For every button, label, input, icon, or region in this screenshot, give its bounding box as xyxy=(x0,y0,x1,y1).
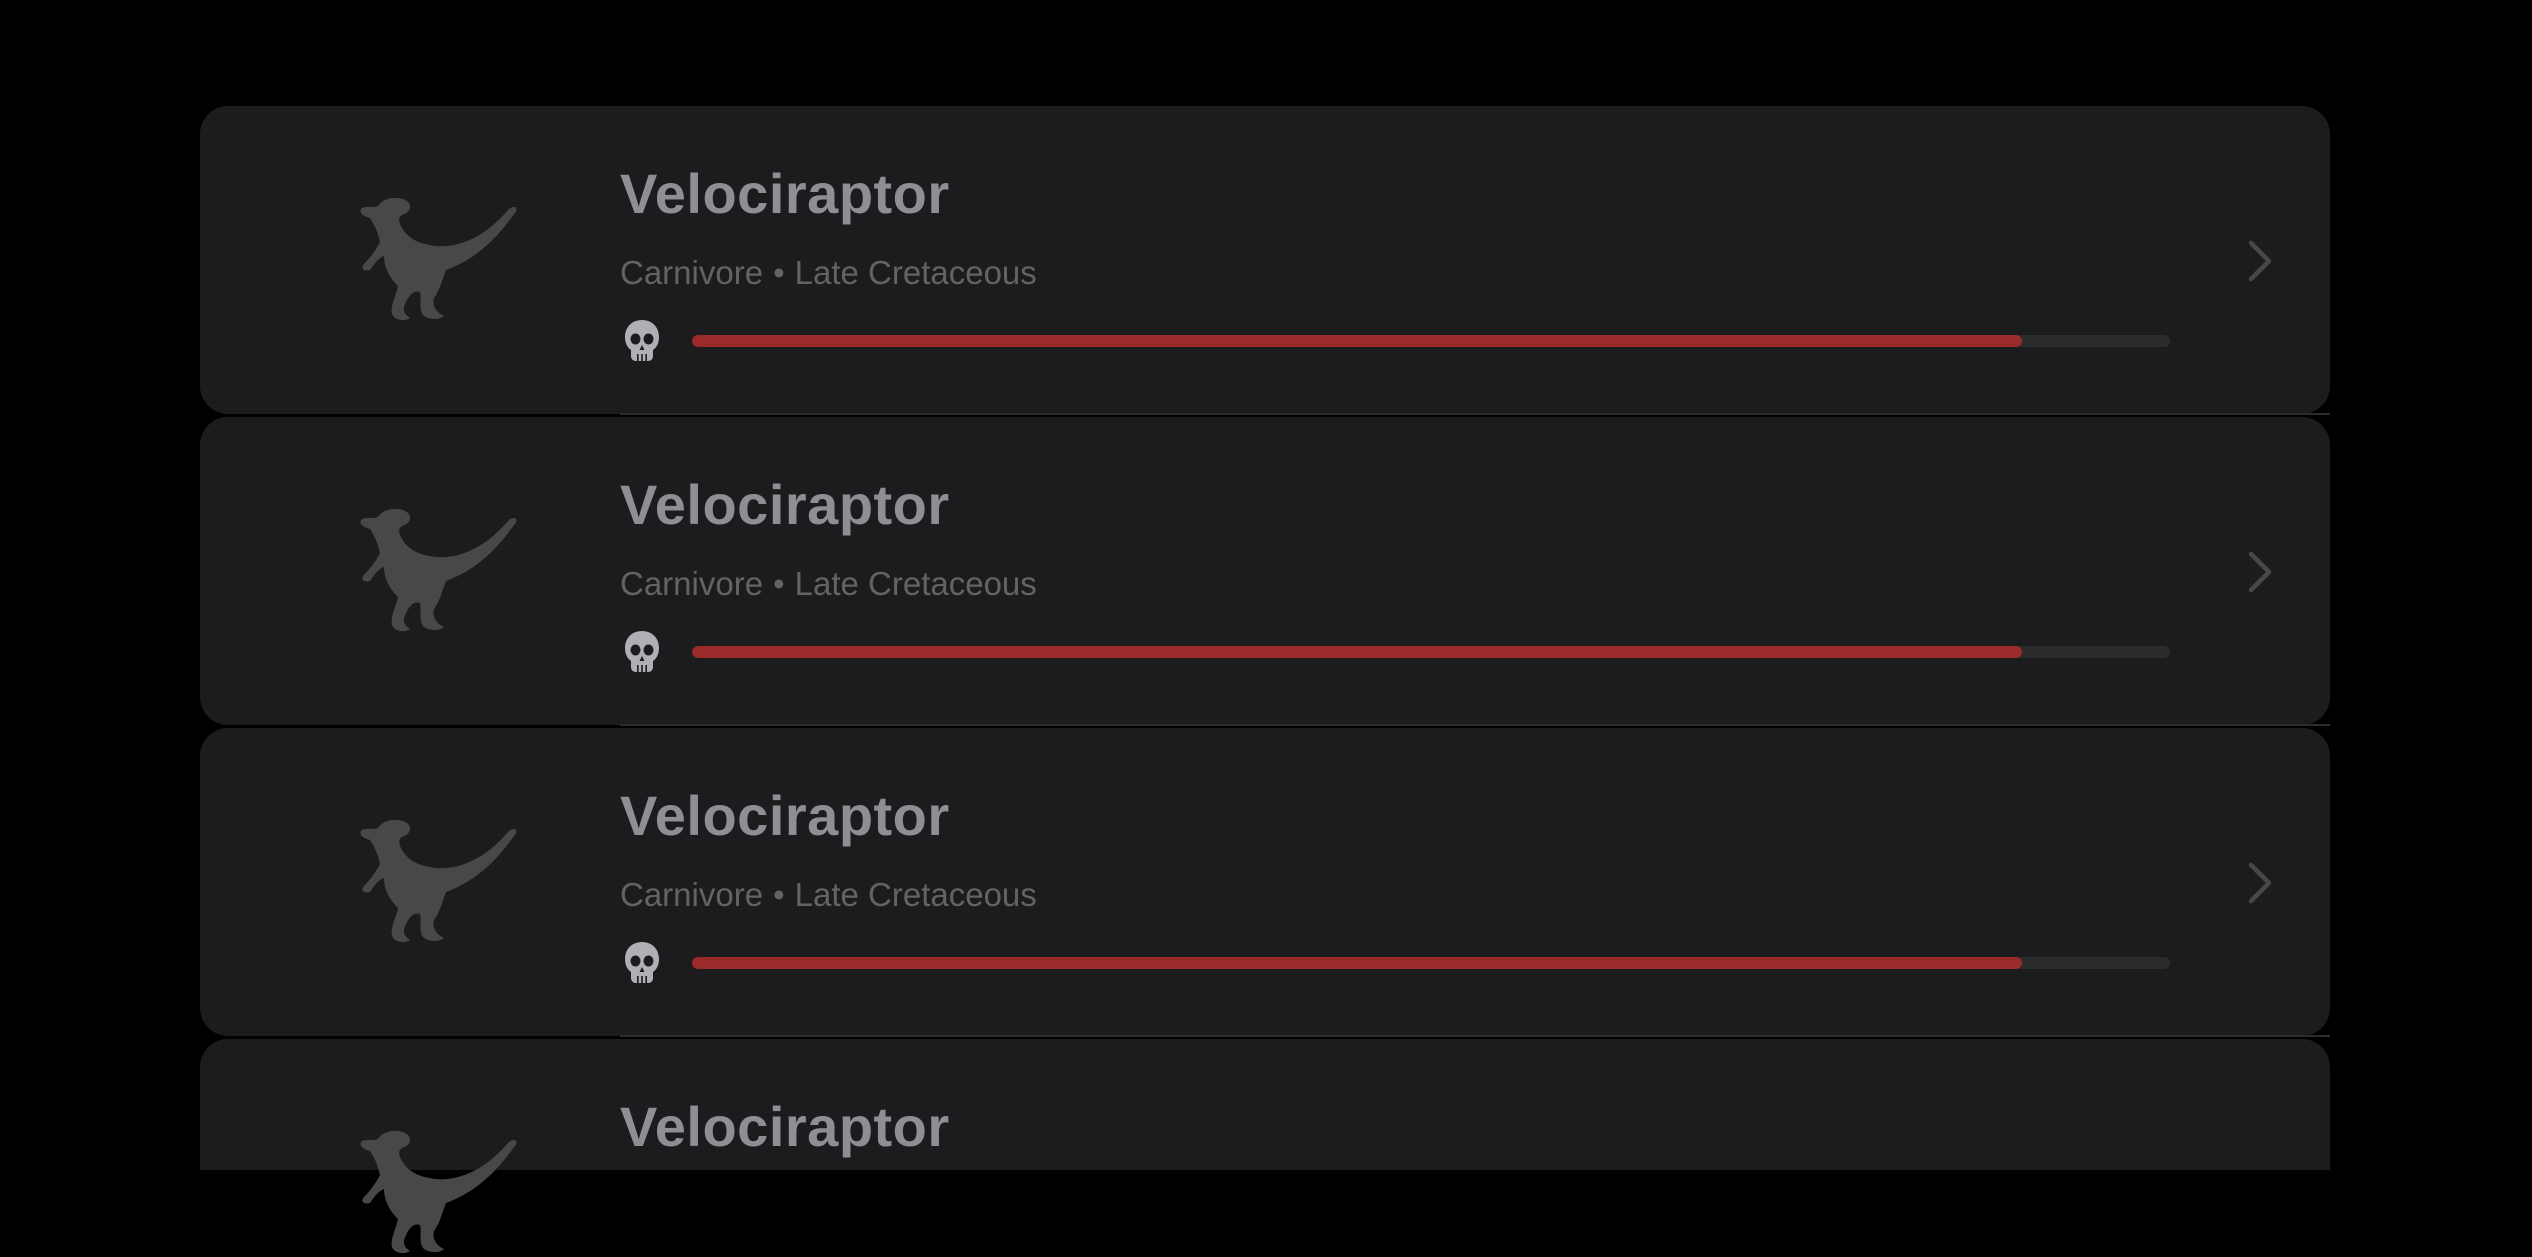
skull-icon xyxy=(625,631,659,672)
chevron-right-icon xyxy=(2248,551,2272,593)
dinosaur-icon xyxy=(360,508,517,632)
dinosaur-icon xyxy=(360,197,517,321)
dinosaur-row[interactable]: Velociraptor Carnivore • Late Cretaceous xyxy=(200,728,2330,1037)
diet-label: Carnivore xyxy=(620,254,764,291)
row-divider xyxy=(620,724,2330,726)
dinosaur-meta: Carnivore • Late Cretaceous xyxy=(620,254,1037,292)
danger-level-bar xyxy=(692,957,2170,969)
danger-level-fill xyxy=(692,646,2023,658)
period-label: Late Cretaceous xyxy=(794,565,1037,602)
dinosaur-row[interactable]: Velociraptor xyxy=(200,1039,2330,1254)
dinosaur-icon xyxy=(360,819,517,943)
meta-separator: • xyxy=(773,876,785,913)
dinosaur-name: Velociraptor xyxy=(620,473,950,536)
danger-level-fill xyxy=(692,335,2023,347)
skull-icon xyxy=(625,942,659,983)
dinosaur-name: Velociraptor xyxy=(620,1095,950,1158)
dinosaur-meta: Carnivore • Late Cretaceous xyxy=(620,876,1037,914)
chevron-right-icon xyxy=(2248,240,2272,282)
dinosaur-meta: Carnivore • Late Cretaceous xyxy=(620,565,1037,603)
chevron-right-icon xyxy=(2248,862,2272,904)
period-label: Late Cretaceous xyxy=(794,254,1037,291)
dinosaur-row[interactable]: Velociraptor Carnivore • Late Cretaceous xyxy=(200,106,2330,415)
danger-level-fill xyxy=(692,957,2023,969)
dinosaur-row[interactable]: Velociraptor Carnivore • Late Cretaceous xyxy=(200,417,2330,726)
dinosaur-icon xyxy=(360,1130,517,1254)
skull-icon xyxy=(625,320,659,361)
row-divider xyxy=(620,1035,2330,1037)
row-divider xyxy=(620,413,2330,415)
dinosaur-list: Velociraptor Carnivore • Late Cretaceous V… xyxy=(0,0,2532,1254)
dinosaur-name: Velociraptor xyxy=(620,162,950,225)
danger-level-bar xyxy=(692,646,2170,658)
dinosaur-name: Velociraptor xyxy=(620,784,950,847)
danger-level-bar xyxy=(692,335,2170,347)
diet-label: Carnivore xyxy=(620,876,764,913)
diet-label: Carnivore xyxy=(620,565,764,602)
period-label: Late Cretaceous xyxy=(794,876,1037,913)
meta-separator: • xyxy=(773,565,785,602)
meta-separator: • xyxy=(773,254,785,291)
